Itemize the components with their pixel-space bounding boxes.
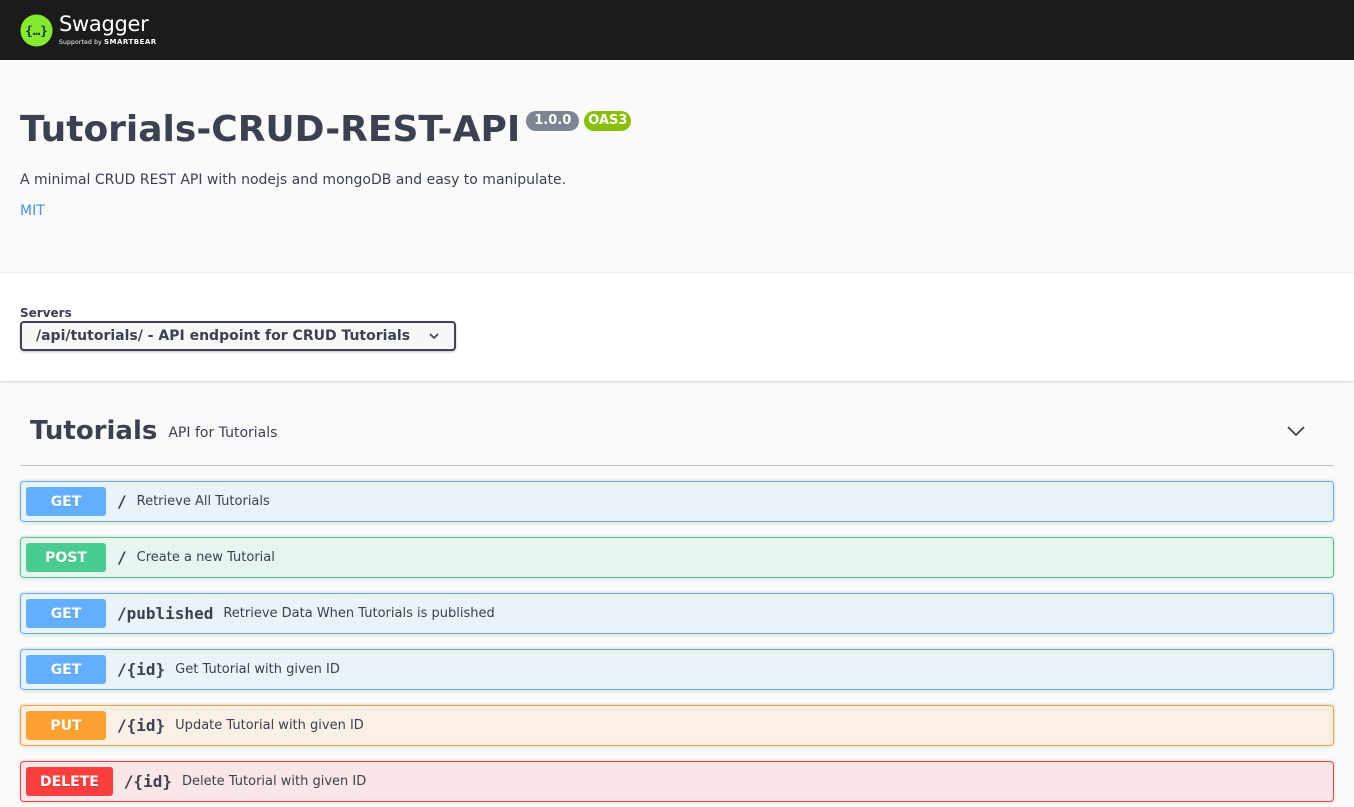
top-bar: {…} Swagger Supported by SMARTBEAR — [0, 0, 1354, 60]
method-badge: DELETE — [26, 767, 113, 796]
operation-path: /{id} — [123, 772, 172, 791]
svg-text:{…}: {…} — [25, 22, 48, 37]
tag-title: Tutorials — [30, 415, 158, 446]
brand-tagline: Supported by SMARTBEAR — [59, 38, 157, 46]
operation-summary: Retrieve Data When Tutorials is publishe… — [223, 606, 495, 621]
chevron-down-icon — [429, 333, 439, 340]
operation-path: / — [117, 492, 127, 511]
server-select-value: /api/tutorials/ - API endpoint for CRUD … — [36, 328, 411, 344]
operation-path: /published — [117, 604, 214, 623]
swagger-logo[interactable]: {…} Swagger Supported by SMARTBEAR — [20, 13, 157, 47]
operation-summary: Retrieve All Tutorials — [136, 494, 270, 509]
method-badge: PUT — [26, 711, 106, 740]
method-badge: GET — [26, 487, 106, 516]
operation-put-id[interactable]: PUT /{id} Update Tutorial with given ID — [20, 705, 1334, 746]
api-info: Tutorials-CRUD-REST-API 1.0.0 OAS3 A min… — [0, 60, 1354, 272]
operation-summary: Delete Tutorial with given ID — [181, 774, 367, 789]
operation-summary: Get Tutorial with given ID — [175, 662, 340, 677]
brand-name: Swagger — [59, 12, 149, 36]
operation-path: /{id} — [117, 660, 166, 679]
api-title: Tutorials-CRUD-REST-API — [20, 109, 521, 150]
operation-get-id[interactable]: GET /{id} Get Tutorial with given ID — [20, 649, 1334, 690]
servers-label: Servers — [20, 306, 72, 320]
operation-get-published[interactable]: GET /published Retrieve Data When Tutori… — [20, 593, 1334, 634]
license-link[interactable]: MIT — [20, 203, 45, 219]
method-badge: GET — [26, 655, 106, 684]
method-badge: POST — [26, 543, 106, 572]
tag-description: API for Tutorials — [168, 424, 278, 441]
operation-get-root[interactable]: GET / Retrieve All Tutorials — [20, 481, 1334, 522]
chevron-down-icon[interactable] — [1286, 421, 1306, 441]
operation-path: /{id} — [117, 716, 166, 735]
method-badge: GET — [26, 599, 106, 628]
oas-badge: OAS3 — [584, 111, 632, 131]
operation-path: / — [117, 548, 127, 567]
servers-section: Servers /api/tutorials/ - API endpoint f… — [0, 272, 1354, 381]
tag-section-tutorials: Tutorials API for Tutorials GET / Retrie… — [0, 381, 1354, 802]
operation-post-root[interactable]: POST / Create a new Tutorial — [20, 537, 1334, 578]
server-select[interactable]: /api/tutorials/ - API endpoint for CRUD … — [20, 321, 456, 351]
operation-summary: Update Tutorial with given ID — [175, 718, 364, 733]
tag-header[interactable]: Tutorials API for Tutorials — [20, 381, 1334, 466]
swagger-braces-icon: {…} — [20, 13, 53, 47]
operation-delete-id[interactable]: DELETE /{id} Delete Tutorial with given … — [20, 761, 1334, 802]
operation-summary: Create a new Tutorial — [136, 550, 275, 565]
version-badge: 1.0.0 — [526, 111, 580, 131]
api-description: A minimal CRUD REST API with nodejs and … — [20, 172, 567, 188]
